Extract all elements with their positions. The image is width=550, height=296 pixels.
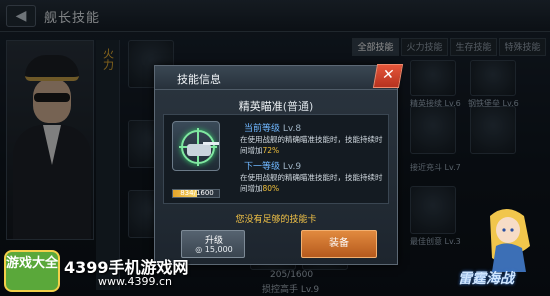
site-logo: 游戏大全	[4, 250, 60, 292]
dialog-header: 技能信息	[155, 66, 397, 90]
next-bonus-value: 80%	[262, 184, 280, 193]
current-level-heading: 当前等级 Lv.8	[244, 124, 302, 134]
dialog-title: 技能信息	[177, 73, 221, 86]
crosshair-turret-icon	[172, 121, 220, 171]
skill-name-line: 精英瞄准(普通)	[155, 98, 397, 114]
skill-info-dialog: 技能信息 ✕ 精英瞄准(普通) 834/1600 当前等级 Lv.8 在使用战舰…	[154, 64, 404, 265]
skill-progress-bar: 834/1600	[172, 189, 220, 198]
game-logo: 雷霆海战	[458, 271, 514, 287]
current-bonus-value: 72%	[262, 146, 280, 155]
coin-icon: ◎	[195, 245, 203, 254]
equip-button[interactable]: 装备	[301, 230, 377, 258]
site-url: www.4399.cn	[98, 275, 172, 288]
anime-girl-illustration	[490, 209, 530, 272]
current-level-value: Lv.8	[282, 124, 302, 134]
close-button[interactable]: ✕	[372, 64, 404, 88]
next-level-heading: 下一等级 Lv.9	[244, 162, 302, 172]
insufficient-cards-warning: 您没有足够的技能卡	[235, 215, 317, 225]
skill-quality: (普通)	[282, 100, 314, 113]
upgrade-button[interactable]: 升级 ◎ 15,000	[181, 230, 245, 258]
skill-name: 精英瞄准	[238, 100, 283, 113]
next-level-value: Lv.9	[282, 162, 302, 172]
skill-detail-panel: 834/1600 当前等级 Lv.8 在使用战舰的精确瞄准技能时，技能持续时间增…	[163, 114, 389, 204]
next-level-description: 在使用战舰的精确瞄准技能时，技能持续时间增加80%	[240, 173, 383, 193]
upgrade-cost: ◎ 15,000	[195, 245, 233, 254]
skill-progress-text: 834/1600	[180, 189, 214, 197]
current-level-description: 在使用战舰的精确瞄准技能时，技能持续时间增加72%	[240, 135, 383, 155]
